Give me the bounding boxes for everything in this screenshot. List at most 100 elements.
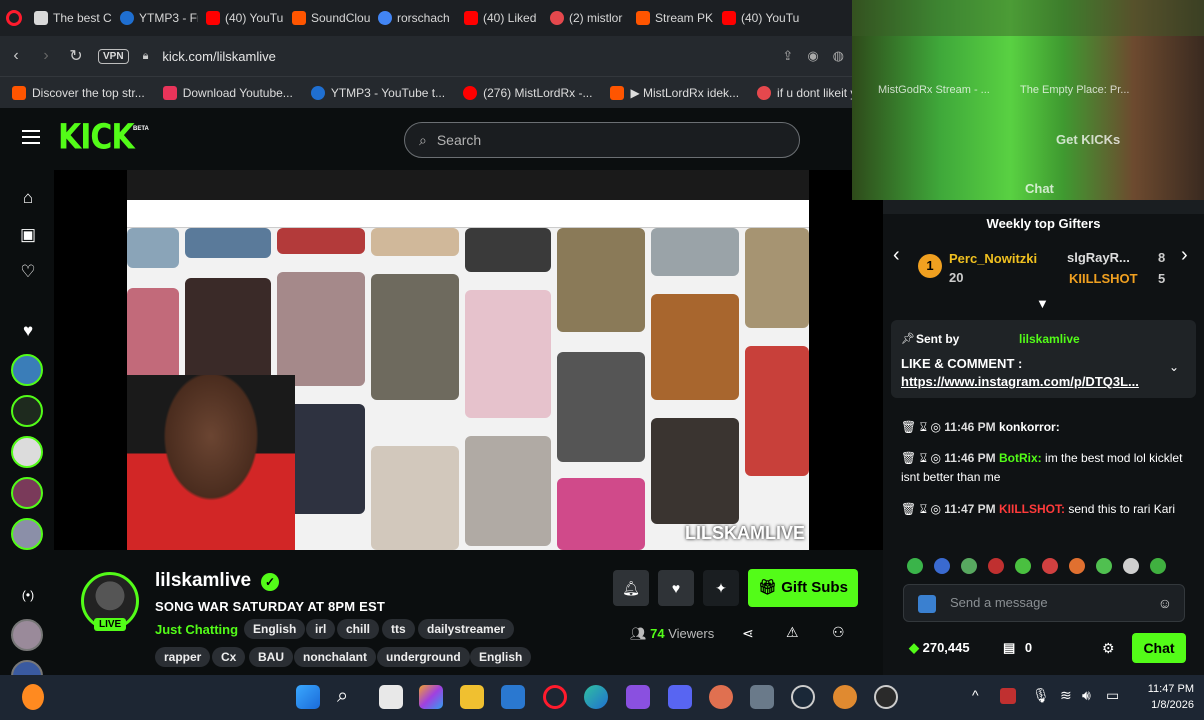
bookmark-item[interactable]: ▶ MistLordRx idek... [610, 85, 739, 100]
emote-icon[interactable] [934, 558, 950, 574]
file-explorer-icon[interactable] [460, 685, 484, 709]
shield-icon[interactable]: ◍ [833, 48, 844, 64]
collapse-icon[interactable]: ▼ [1036, 296, 1049, 311]
app-icon[interactable] [833, 685, 857, 709]
clipchamp-icon[interactable] [626, 685, 650, 709]
pinned-link[interactable]: https://www.instagram.com/p/DTQ3L... [901, 374, 1139, 389]
gift-subs-button[interactable]: 🎁︎ Gift Subs [748, 569, 858, 607]
emote-icon[interactable] [1015, 558, 1031, 574]
emote-icon[interactable] [907, 558, 923, 574]
microphone-icon[interactable]: 🎙︎ [1032, 687, 1050, 704]
tray-app-icon[interactable] [1000, 688, 1016, 704]
video-player[interactable]: LILSKAMLIVE [54, 170, 883, 550]
browser-tab[interactable]: (40) Liked [458, 4, 542, 32]
camera-icon[interactable]: ◉ [807, 48, 818, 64]
opera-icon[interactable] [543, 685, 567, 709]
stream-tag[interactable]: English [244, 619, 306, 639]
followed-channel-avatar[interactable] [11, 477, 43, 509]
report-icon[interactable]: ⚠ [786, 624, 799, 641]
bookmark-item[interactable]: Discover the top str... [12, 85, 145, 100]
chevron-right-icon[interactable]: › [1181, 244, 1188, 267]
message-actions[interactable]: 🗑︎ ⌛︎ ◎ [901, 420, 944, 434]
emote-icon[interactable] [1069, 558, 1085, 574]
browser-tab[interactable]: The best Cl [28, 4, 112, 32]
top-gifter-name[interactable]: Perc_Nowitzki [949, 251, 1037, 266]
channel-name[interactable]: lilskamlive [155, 570, 251, 592]
wifi-icon[interactable]: ≋ [1060, 687, 1072, 704]
user-icon[interactable]: ⚇ [832, 624, 845, 641]
share-icon[interactable]: ⇪ [782, 48, 793, 64]
drops-counter[interactable]: ▤ 0 [1003, 640, 1032, 656]
message-user[interactable]: BotRix: [999, 451, 1042, 465]
browse-icon[interactable]: ▣ [17, 224, 39, 246]
reload-icon[interactable]: ↻ [68, 46, 84, 66]
bookmark-item[interactable]: if u dont likeit you b... [757, 85, 852, 100]
followed-channel-avatar[interactable] [11, 354, 43, 386]
edge-icon[interactable] [584, 685, 608, 709]
opera-logo-icon[interactable] [6, 10, 22, 26]
pinned-sender[interactable]: lilskamlive [1019, 332, 1080, 346]
stream-tag[interactable]: nonchalant [294, 647, 377, 667]
emote-icon[interactable] [961, 558, 977, 574]
task-view-icon[interactable] [379, 685, 403, 709]
bookmark-item[interactable]: (276) MistLordRx -... [463, 85, 592, 100]
gifter-name[interactable]: KIILLSHOT [1069, 271, 1138, 286]
chevron-left-icon[interactable]: ‹ [893, 244, 900, 267]
volume-icon[interactable]: 🔊︎ [1082, 687, 1091, 704]
emote-icon[interactable] [988, 558, 1004, 574]
browser-tab[interactable]: (40) YouTu [716, 4, 800, 32]
kick-logo[interactable]: KICK [58, 117, 135, 157]
tray-chevron-icon[interactable]: ^ [972, 687, 979, 703]
stream-tag[interactable]: Cx [212, 647, 246, 667]
gifter-name[interactable]: slgRayR... [1067, 250, 1130, 265]
channel-points[interactable]: ◆ 270,445 [909, 640, 970, 656]
system-clock[interactable]: 11:47 PM 1/8/2026 [1148, 681, 1194, 713]
bookmark-item[interactable]: Download Youtube... [162, 85, 293, 100]
settings-icon[interactable]: ⚙ [1102, 640, 1115, 657]
browser-tab[interactable]: (2) mistlor [544, 4, 628, 32]
url-field[interactable]: kick.com/lilskamlive [162, 49, 768, 64]
browser-tab[interactable]: SoundClou [286, 4, 370, 32]
weather-icon[interactable] [22, 684, 44, 710]
followed-channel-avatar[interactable] [11, 518, 43, 550]
stream-category[interactable]: Just Chatting [155, 622, 238, 637]
message-actions[interactable]: 🗑︎ ⌛︎ ◎ [901, 502, 944, 516]
stream-tag[interactable]: rapper [155, 647, 211, 667]
follow-heart-button[interactable]: ♥ [658, 570, 694, 606]
sparkle-button[interactable]: ✦ [703, 570, 739, 606]
camera-app-icon[interactable] [750, 685, 774, 709]
stream-tag[interactable]: underground [377, 647, 470, 667]
browser-tab[interactable]: (40) YouTu [200, 4, 284, 32]
emoji-icon[interactable]: ☺ [1158, 585, 1172, 621]
chevron-down-icon[interactable]: ⌄ [1169, 360, 1179, 374]
emote-icon[interactable] [1096, 558, 1112, 574]
browser-tab[interactable]: rorschach [372, 4, 456, 32]
emote-icon[interactable] [1150, 558, 1166, 574]
steam-icon[interactable] [791, 685, 815, 709]
battery-icon[interactable]: ▭ [1106, 687, 1119, 704]
browser-tab[interactable]: Stream PK [630, 4, 714, 32]
send-chat-button[interactable]: Chat [1132, 633, 1186, 663]
discord-icon[interactable] [668, 685, 692, 709]
search-input[interactable]: ⌕ Search [404, 122, 800, 158]
stream-tag[interactable]: English [470, 647, 532, 667]
message-user[interactable]: KIILLSHOT: [999, 502, 1065, 516]
followed-channel-avatar[interactable] [11, 436, 43, 468]
message-actions[interactable]: 🗑︎ ⌛︎ ◎ [901, 451, 944, 465]
browser-tab[interactable]: YTMP3 - Fr [114, 4, 198, 32]
stream-tag[interactable]: irl [306, 619, 336, 639]
live-broadcast-icon[interactable]: (•) [17, 584, 39, 606]
share-icon[interactable]: ⋖ [742, 625, 754, 642]
copilot-icon[interactable] [419, 685, 443, 709]
outlook-icon[interactable] [501, 685, 525, 709]
emote-icon[interactable] [1123, 558, 1139, 574]
recommended-channel-avatar[interactable] [11, 619, 43, 651]
home-icon[interactable]: ⌂ [17, 187, 39, 209]
forward-arrow-icon[interactable]: › [38, 47, 54, 65]
vpn-badge[interactable]: VPN [98, 48, 129, 64]
message-input[interactable]: Send a message ☺ [903, 584, 1185, 622]
notification-bell-button[interactable]: 🔔︎ [613, 570, 649, 606]
stream-tag[interactable]: BAU [249, 647, 293, 667]
app-icon[interactable] [709, 685, 733, 709]
search-icon[interactable]: ⌕ [337, 685, 348, 708]
